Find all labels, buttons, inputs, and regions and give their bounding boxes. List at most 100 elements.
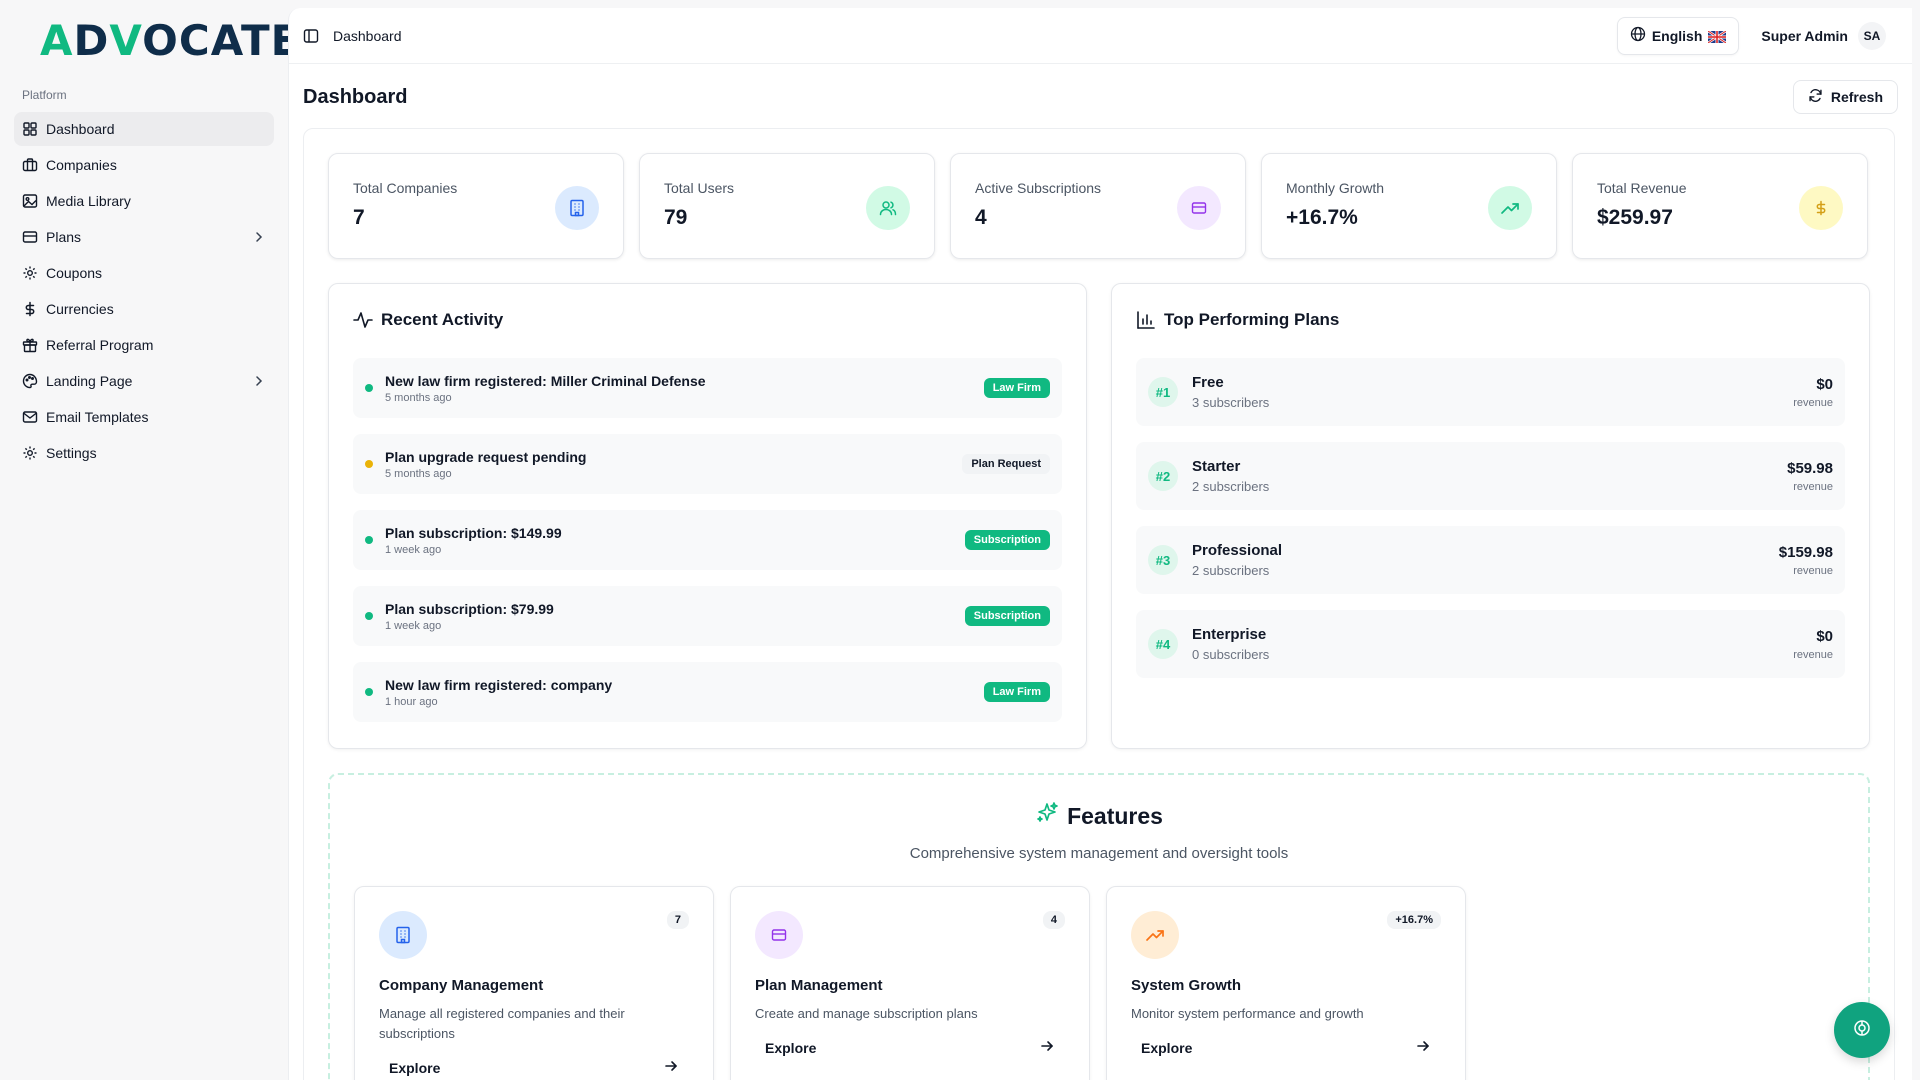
- main-panel: Dashboard English Super Admin SA Dashboa…: [288, 8, 1912, 1080]
- activity-badge: Law Firm: [983, 682, 1050, 702]
- sidebar-item-label: Referral Program: [46, 337, 154, 353]
- sidebar-item-plans[interactable]: Plans: [14, 220, 274, 254]
- palette-icon: [22, 373, 38, 389]
- stat-card-total-companies: Total Companies 7: [328, 153, 624, 259]
- feature-count-badge: 7: [666, 911, 689, 929]
- feature-cards: 7 Company Management Manage all register…: [354, 886, 1844, 1080]
- explore-label: Explore: [389, 1059, 441, 1076]
- top-plans-panel: Top Performing Plans #1 Free 3 subscribe…: [1111, 283, 1870, 749]
- sidebar-item-settings[interactable]: Settings: [14, 436, 274, 470]
- recent-activity-title: Recent Activity: [381, 310, 504, 329]
- credit-card-icon: [22, 229, 38, 245]
- feature-count-badge: 4: [1042, 911, 1065, 929]
- plan-row-free: #1 Free 3 subscribers $0 revenue: [1136, 358, 1845, 426]
- stat-card-total-users: Total Users 79: [639, 153, 935, 259]
- gear-icon: [22, 445, 38, 461]
- explore-button[interactable]: Explore: [379, 1058, 689, 1077]
- gift-icon: [22, 337, 38, 353]
- refresh-button[interactable]: Refresh: [1792, 80, 1898, 114]
- dollar-icon: [1799, 186, 1843, 230]
- sidebar: ADVOCATE Platform Dashboard Companies Me…: [0, 0, 299, 1080]
- sidebar-section-label: Platform: [22, 88, 67, 102]
- plan-name: Starter: [1192, 458, 1241, 475]
- chevron-right-icon: [252, 374, 266, 388]
- plan-row-professional: #3 Professional 2 subscribers $159.98 re…: [1136, 526, 1845, 594]
- help-button[interactable]: [1834, 1002, 1890, 1058]
- plan-subscribers: 2 subscribers: [1192, 563, 1270, 578]
- plan-rank-badge: #3: [1148, 545, 1178, 575]
- plan-revenue-label: revenue: [1793, 396, 1833, 409]
- sidebar-item-companies[interactable]: Companies: [14, 148, 274, 182]
- activity-item: Plan subscription: $79.99 1 week ago Sub…: [353, 586, 1062, 646]
- sidebar-item-coupons[interactable]: Coupons: [14, 256, 274, 290]
- stats-row: Total Companies 7 Total Users 79 Active …: [328, 153, 1870, 259]
- status-dot: [365, 688, 373, 696]
- sidebar-item-label: Settings: [46, 445, 97, 461]
- activity-time: 5 months ago: [385, 391, 452, 404]
- status-dot: [365, 384, 373, 392]
- feature-description: Monitor system performance and growth: [1131, 1006, 1364, 1021]
- activity-time: 5 months ago: [385, 467, 452, 480]
- dollar-icon: [22, 301, 38, 317]
- activity-badge: Law Firm: [983, 378, 1050, 398]
- plans-list: #1 Free 3 subscribers $0 revenue #2 Star…: [1136, 358, 1845, 678]
- brand-logo[interactable]: ADVOCATE: [40, 20, 299, 62]
- activity-list: New law firm registered: Miller Criminal…: [353, 358, 1062, 722]
- users-icon: [866, 186, 910, 230]
- sidebar-item-dashboard[interactable]: Dashboard: [14, 112, 274, 146]
- explore-button[interactable]: Explore: [755, 1038, 1065, 1057]
- sidebar-item-label: Currencies: [46, 301, 114, 317]
- plan-revenue-label: revenue: [1793, 564, 1833, 577]
- plan-rank-badge: #1: [1148, 377, 1178, 407]
- activity-badge: Plan Request: [962, 454, 1050, 474]
- feature-title: System Growth: [1131, 977, 1242, 994]
- credit-card-icon: [1177, 186, 1221, 230]
- feature-description: Manage all registered companies and thei…: [379, 1006, 625, 1041]
- breadcrumb[interactable]: Dashboard: [333, 28, 1617, 44]
- features-section: Features Comprehensive system management…: [328, 773, 1870, 1080]
- plan-revenue-label: revenue: [1793, 648, 1833, 661]
- arrow-right-icon: [1039, 1038, 1055, 1057]
- sidebar-item-landing-page[interactable]: Landing Page: [14, 364, 274, 398]
- sparkles-icon: [1035, 801, 1059, 831]
- plan-subscribers: 2 subscribers: [1192, 479, 1270, 494]
- refresh-icon: [1808, 88, 1823, 106]
- page-header: Dashboard Refresh: [289, 64, 1912, 130]
- activity-item: Plan upgrade request pending 5 months ag…: [353, 434, 1062, 494]
- sidebar-item-label: Dashboard: [46, 121, 115, 137]
- plan-rank-badge: #4: [1148, 629, 1178, 659]
- sidebar-item-currencies[interactable]: Currencies: [14, 292, 274, 326]
- sidebar-item-media-library[interactable]: Media Library: [14, 184, 274, 218]
- plan-row-starter: #2 Starter 2 subscribers $59.98 revenue: [1136, 442, 1845, 510]
- dashboard-content: Total Companies 7 Total Users 79 Active …: [303, 128, 1895, 1080]
- sidebar-item-referral-program[interactable]: Referral Program: [14, 328, 274, 362]
- feature-description: Create and manage subscription plans: [755, 1006, 978, 1021]
- activity-title: New law firm registered: Miller Criminal…: [385, 372, 706, 389]
- sidebar-toggle-icon[interactable]: [303, 28, 319, 44]
- user-name: Super Admin: [1761, 27, 1848, 44]
- activity-item: New law firm registered: company 1 hour …: [353, 662, 1062, 722]
- top-plans-title: Top Performing Plans: [1164, 310, 1340, 329]
- feature-title: Company Management: [379, 977, 544, 994]
- sidebar-item-label: Email Templates: [46, 409, 149, 425]
- user-menu[interactable]: Super Admin SA: [1761, 21, 1886, 50]
- activity-title: Plan subscription: $149.99: [385, 524, 562, 541]
- briefcase-icon: [22, 157, 38, 173]
- stat-card-total-revenue: Total Revenue $259.97: [1572, 153, 1868, 259]
- features-title: Features: [1067, 802, 1163, 829]
- refresh-label: Refresh: [1830, 89, 1883, 105]
- language-label: English: [1651, 27, 1703, 44]
- language-selector-button[interactable]: English: [1616, 16, 1740, 55]
- plan-revenue: $0: [1816, 627, 1833, 645]
- sidebar-item-email-templates[interactable]: Email Templates: [14, 400, 274, 434]
- activity-item: Plan subscription: $149.99 1 week ago Su…: [353, 510, 1062, 570]
- trending-up-icon: [1488, 186, 1532, 230]
- activity-time: 1 hour ago: [385, 695, 438, 708]
- avatar: SA: [1858, 21, 1886, 50]
- plan-name: Professional: [1192, 542, 1283, 559]
- sidebar-item-label: Media Library: [46, 193, 131, 209]
- feature-count-badge: +16.7%: [1387, 911, 1441, 929]
- explore-button[interactable]: Explore: [1131, 1038, 1441, 1057]
- chevron-right-icon: [252, 230, 266, 244]
- explore-label: Explore: [1141, 1039, 1193, 1056]
